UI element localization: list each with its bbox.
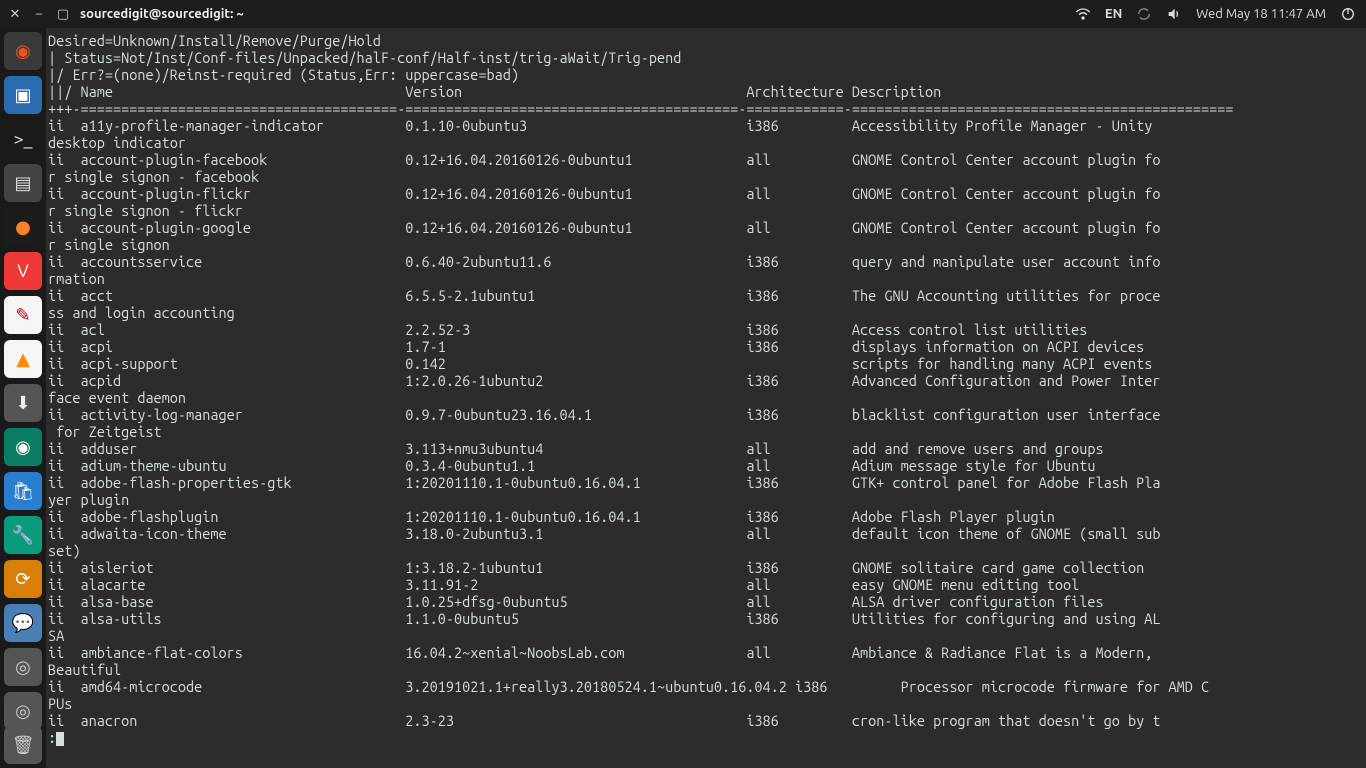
window-close-icon[interactable]: ✕ [8, 7, 22, 22]
top-panel: ✕ – ▢ sourcedigit@sourcedigit: ~ EN Wed … [0, 0, 1366, 28]
launcher-app-archive[interactable]: ▤ [4, 164, 42, 202]
launcher-app-vlc[interactable]: ▲ [4, 340, 42, 378]
keyboard-indicator[interactable]: EN [1105, 7, 1122, 21]
launcher-app-disk1[interactable]: ◎ [4, 648, 42, 686]
window-minimize-icon[interactable]: – [32, 7, 46, 21]
launcher-app-ubuntu[interactable]: ◉ [4, 32, 42, 70]
trash-icon[interactable]: 🗑 [4, 726, 42, 764]
window-maximize-icon[interactable]: ▢ [56, 7, 70, 22]
volume-icon[interactable] [1166, 6, 1182, 22]
launcher-app-terminal[interactable]: >_ [4, 120, 42, 158]
pager-prompt[interactable]: : [48, 729, 56, 746]
launcher-app-software[interactable]: 🛍 [4, 472, 42, 510]
launcher-app-notes[interactable]: ✎ [4, 296, 42, 334]
wifi-icon[interactable] [1075, 6, 1091, 22]
launcher-app-vivaldi[interactable]: V [4, 252, 42, 290]
launcher-app-chat[interactable]: 💬 [4, 604, 42, 642]
clock[interactable]: Wed May 18 11:47 AM [1196, 7, 1326, 21]
launcher-app-sync[interactable]: ⟳ [4, 560, 42, 598]
launcher-app-screenshot[interactable]: ◉ [4, 428, 42, 466]
terminal-output[interactable]: Desired=Unknown/Install/Remove/Purge/Hol… [46, 28, 1366, 768]
power-icon[interactable] [1340, 6, 1356, 22]
launcher-app-firefox[interactable]: ● [4, 208, 42, 246]
launcher-app-update[interactable]: 🔧 [4, 516, 42, 554]
launcher-app-disk2[interactable]: ◎ [4, 692, 42, 730]
window-title: sourcedigit@sourcedigit: ~ [80, 7, 244, 21]
launcher-app-files[interactable]: ▣ [4, 76, 42, 114]
launcher-app-downloads[interactable]: ⬇ [4, 384, 42, 422]
launcher-dock: ◉ ▣ >_ ▤ ● V ✎ ▲ ⬇ ◉ 🛍 🔧 ⟳ 💬 ◎ ◎ [0, 28, 46, 768]
cursor [56, 732, 64, 746]
sync-icon[interactable] [1136, 6, 1152, 22]
